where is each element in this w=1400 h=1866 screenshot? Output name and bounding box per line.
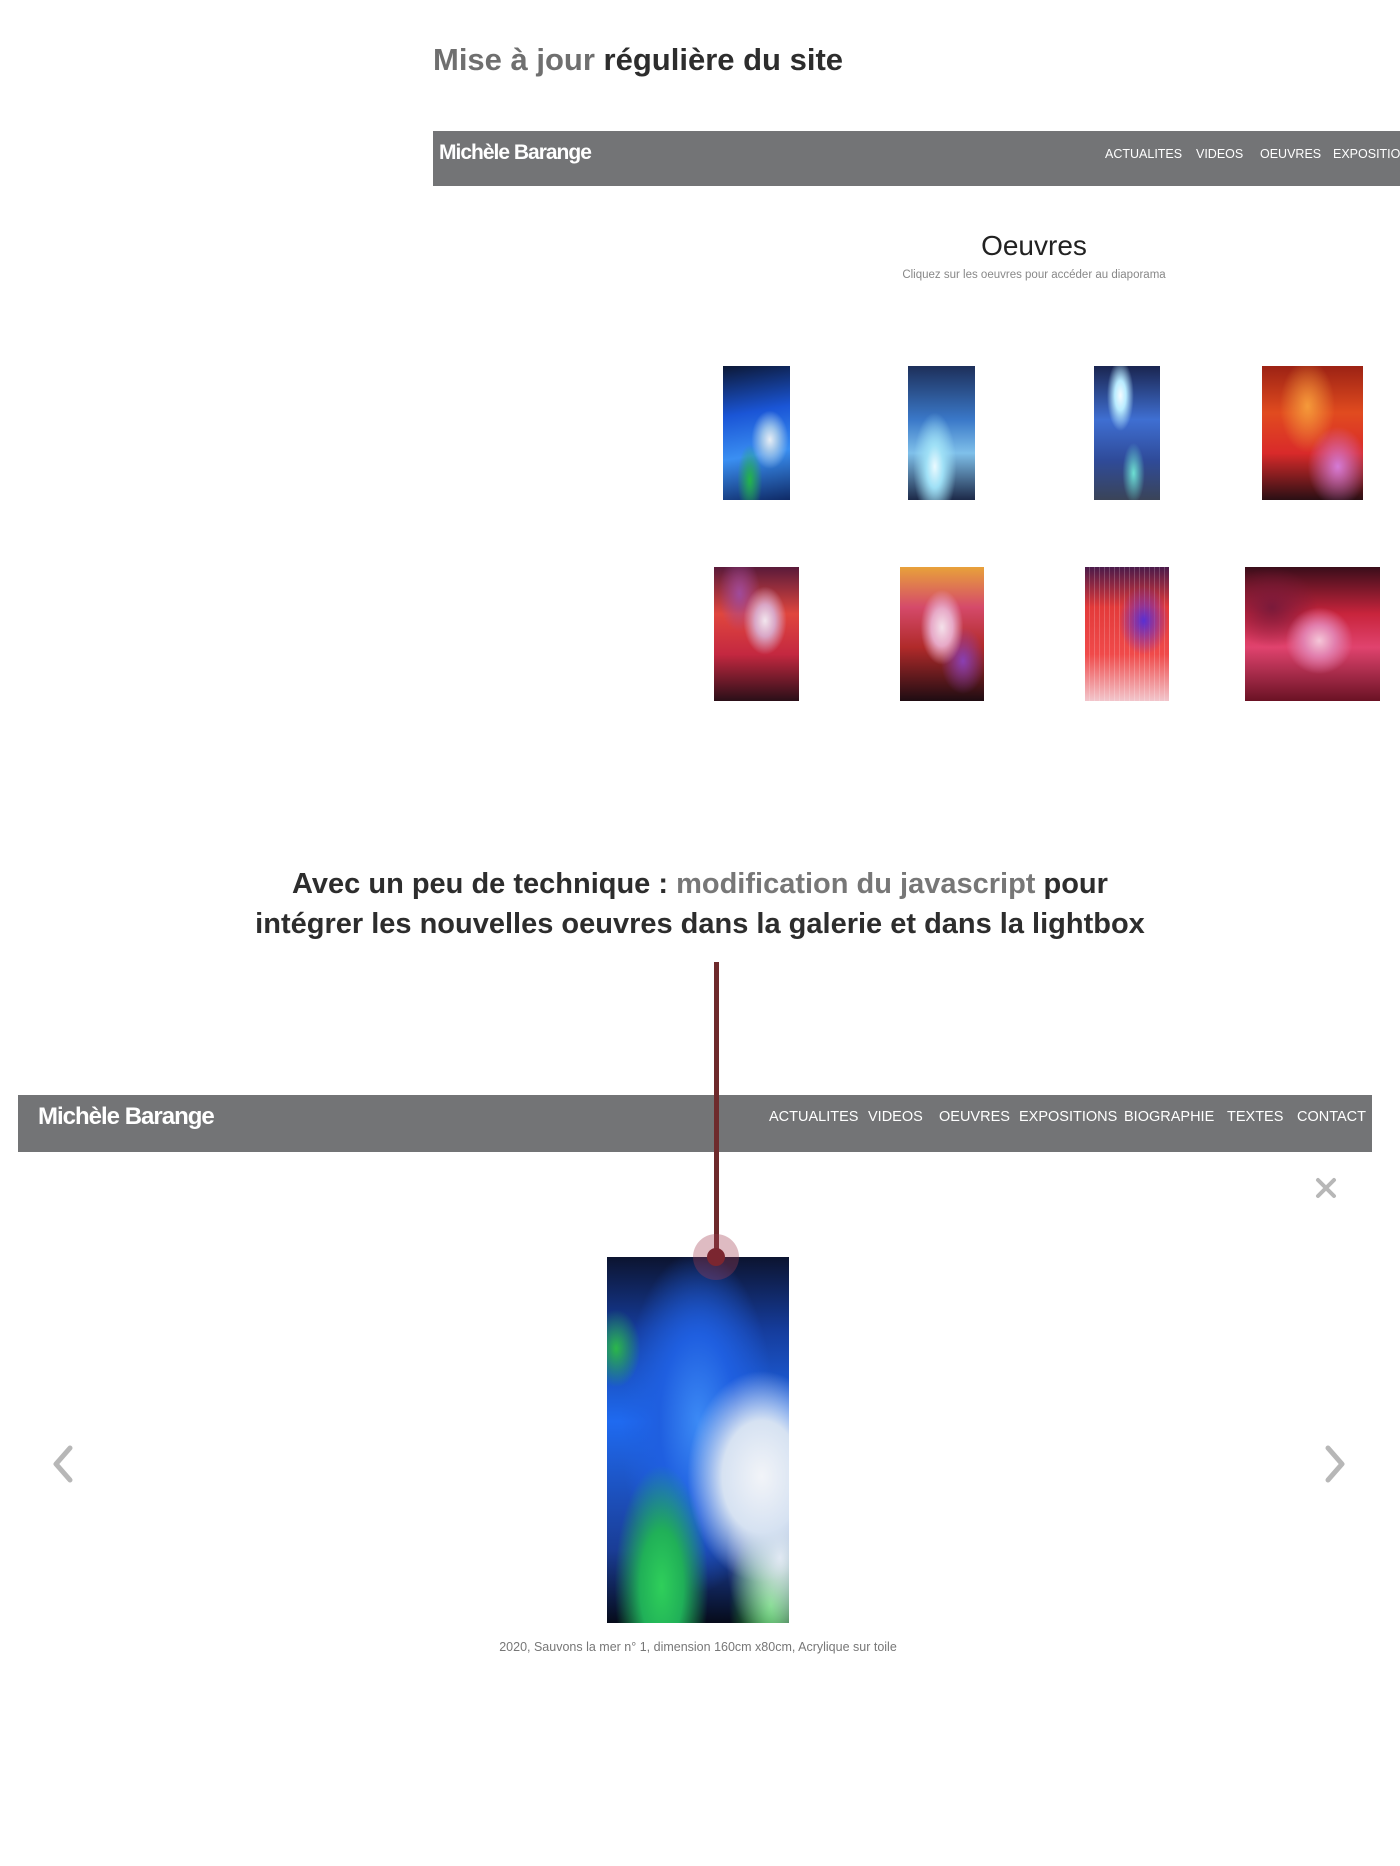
annotation-part1: Avec un peu de technique : [292,868,677,900]
nav-item-contact[interactable]: CONTACT [1297,1109,1366,1125]
artwork-thumbnail[interactable] [1262,366,1363,500]
site-brand-logo[interactable]: Michèle Barange [38,1103,215,1131]
annotation-line-1: Avec un peu de technique : modification … [150,864,1250,904]
artwork-thumbnail[interactable] [714,567,799,701]
chevron-left-icon[interactable] [48,1442,80,1486]
lightbox-image [607,1257,789,1623]
nav-item-oeuvres[interactable]: OEUVRES [939,1109,1010,1125]
nav-item-biographie[interactable]: BIOGRAPHIE [1124,1109,1214,1125]
artwork-thumbnail[interactable] [908,366,975,500]
gallery-title: Oeuvres [981,230,1087,261]
page-heading: Mise à jour régulière du site [433,42,843,78]
heading-accent: Mise à jour [433,42,595,77]
artwork-thumbnail[interactable] [900,567,984,701]
artwork-thumbnail[interactable] [1094,366,1160,500]
annotation-line-2: intégrer les nouvelles oeuvres dans la g… [255,908,1145,940]
site-navbar-top: Michèle Barange ACTUALITES VIDEOS OEUVRE… [433,131,1400,186]
annotation-text: Avec un peu de technique : modification … [150,864,1250,944]
nav-item-videos[interactable]: VIDEOS [1196,147,1243,161]
site-brand-logo[interactable]: Michèle Barange [439,141,592,165]
chevron-right-icon[interactable] [1318,1442,1350,1486]
nav-item-expositions[interactable]: EXPOSITION [1333,147,1400,161]
nav-item-videos[interactable]: VIDEOS [868,1109,923,1125]
gallery-subtitle: Cliquez sur les oeuvres pour accéder au … [902,269,1166,281]
nav-item-actualites[interactable]: ACTUALITES [1105,147,1182,161]
artwork-thumbnail[interactable] [1085,567,1169,701]
artwork-thumbnail[interactable] [723,366,790,500]
artwork-thumbnail[interactable] [1245,567,1380,701]
site-navbar-bottom: Michèle Barange ACTUALITES VIDEOS OEUVRE… [18,1095,1372,1152]
connector-line [714,962,719,1258]
connector-dot [707,1248,725,1266]
nav-item-oeuvres[interactable]: OEUVRES [1260,147,1321,161]
nav-item-textes[interactable]: TEXTES [1227,1109,1283,1125]
nav-item-actualites[interactable]: ACTUALITES [769,1109,858,1125]
nav-item-expositions[interactable]: EXPOSITIONS [1019,1109,1117,1125]
heading-rest: régulière du site [594,42,844,77]
annotation-accent: modification du javascript [676,868,1036,900]
lightbox-caption: 2020, Sauvons la mer n° 1, dimension 160… [499,1640,897,1654]
annotation-part2: pour [1035,868,1108,900]
close-icon[interactable] [1310,1172,1342,1204]
